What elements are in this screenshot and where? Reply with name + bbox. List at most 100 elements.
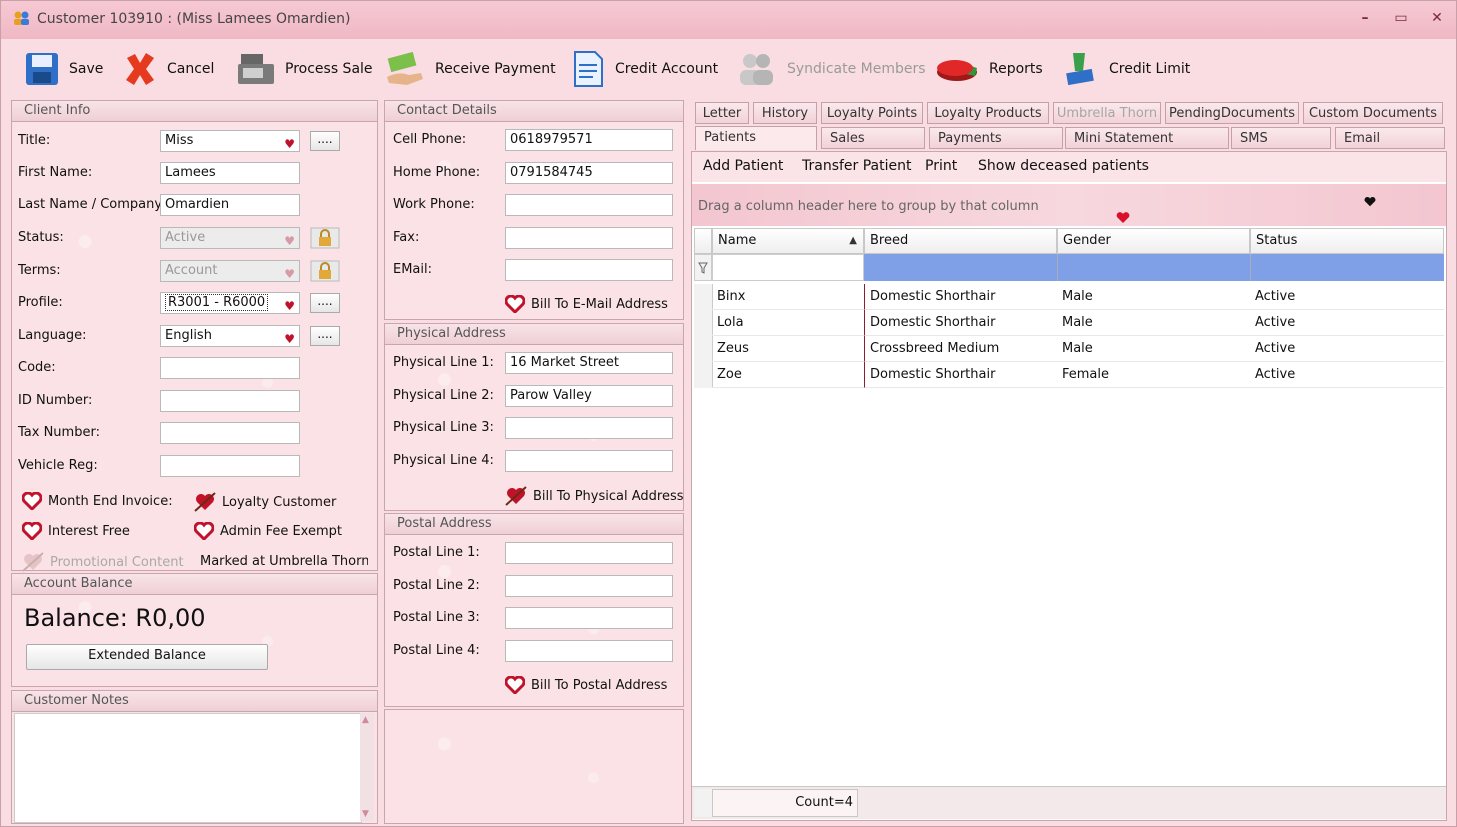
home-phone-input[interactable]: 0791584745 <box>505 162 673 184</box>
lock-icon[interactable] <box>310 227 340 249</box>
credit-limit-button[interactable]: Credit Limit <box>1063 47 1190 91</box>
credit-account-button[interactable]: Credit Account <box>569 47 718 91</box>
heart-dropdown-icon[interactable]: ♥ <box>284 296 295 316</box>
table-row-status[interactable]: Active <box>1250 336 1444 362</box>
bill-to-postal-checkbox[interactable]: Bill To Postal Address <box>505 676 667 694</box>
show-deceased-button[interactable]: Show deceased patients <box>978 158 1149 174</box>
footer-indicator <box>694 789 713 817</box>
filter-name-input[interactable] <box>712 254 864 281</box>
reports-button[interactable]: Reports <box>935 47 1043 91</box>
tax-number-input[interactable] <box>160 422 300 444</box>
bill-to-email-checkbox[interactable]: Bill To E-Mail Address <box>505 295 668 313</box>
filter-status-input[interactable] <box>1250 254 1444 281</box>
tab-loyalty-points[interactable]: Loyalty Points <box>821 102 923 124</box>
close-button[interactable]: ✕ <box>1425 7 1449 29</box>
language-select[interactable]: English ♥ <box>160 325 300 347</box>
tab-sales[interactable]: Sales <box>821 127 925 149</box>
interest-free-checkbox[interactable]: Interest Free <box>22 522 130 540</box>
tab-mini-statement[interactable]: Mini Statement <box>1065 127 1229 149</box>
cell-phone-input[interactable]: 0618979571 <box>505 129 673 151</box>
profile-dots-button[interactable]: .... <box>310 293 340 313</box>
process-sale-button[interactable]: Process Sale <box>235 47 373 91</box>
table-row-status[interactable]: Active <box>1250 284 1444 310</box>
last-name-input[interactable]: Omardien <box>160 194 300 216</box>
table-row-breed[interactable]: Domestic Shorthair <box>864 310 1057 336</box>
loyalty-customer-checkbox[interactable]: Loyalty Customer <box>194 492 336 512</box>
admin-fee-exempt-checkbox[interactable]: Admin Fee Exempt <box>194 522 342 540</box>
lock-icon[interactable] <box>310 260 340 282</box>
table-row-name[interactable]: Lola <box>712 310 864 336</box>
work-phone-input[interactable] <box>505 194 673 216</box>
transfer-patient-button[interactable]: Transfer Patient <box>802 158 912 174</box>
extended-balance-button[interactable]: Extended Balance <box>26 644 268 670</box>
table-row-breed[interactable]: Domestic Shorthair <box>864 362 1057 388</box>
heart-dropdown-icon: ♥ <box>284 234 295 248</box>
physical-line4-input[interactable] <box>505 450 673 472</box>
table-row-gender[interactable]: Male <box>1057 310 1250 336</box>
filter-gender-input[interactable] <box>1057 254 1250 281</box>
table-row-status[interactable]: Active <box>1250 310 1444 336</box>
physical-line3-input[interactable] <box>505 417 673 439</box>
tab-sms[interactable]: SMS <box>1231 127 1331 149</box>
month-end-invoice-checkbox[interactable]: Month End Invoice: <box>22 492 173 510</box>
title-dots-button[interactable]: .... <box>310 131 340 151</box>
column-header-name[interactable]: Name ▲ <box>712 228 864 254</box>
table-row-breed[interactable]: Crossbreed Medium <box>864 336 1057 362</box>
table-row-breed[interactable]: Domestic Shorthair <box>864 284 1057 310</box>
tab-payments[interactable]: Payments <box>929 127 1063 149</box>
tab-patients[interactable]: Patients <box>695 126 817 150</box>
heart-dropdown-icon[interactable]: ♥ <box>284 134 295 154</box>
tab-history[interactable]: History <box>753 102 817 124</box>
postal-line1-label: Postal Line 1: <box>393 545 480 560</box>
fax-input[interactable] <box>505 227 673 249</box>
table-row-name[interactable]: Zoe <box>712 362 864 388</box>
table-row-gender[interactable]: Male <box>1057 336 1250 362</box>
save-button[interactable]: Save <box>23 47 103 91</box>
patients-tab-content: Add Patient Transfer Patient Print Show … <box>691 151 1447 821</box>
receive-payment-button[interactable]: Receive Payment <box>383 47 556 91</box>
grid-footer: Count=4 <box>692 786 1446 819</box>
marked-umbrella-checkbox[interactable]: Marked at Umbrella Thorn <box>194 552 368 570</box>
postal-line1-input[interactable] <box>505 542 673 564</box>
syndicate-members-button[interactable]: Syndicate Members <box>735 47 926 91</box>
minimize-button[interactable]: – <box>1353 7 1377 29</box>
column-header-gender[interactable]: Gender <box>1057 228 1250 254</box>
add-patient-button[interactable]: Add Patient <box>703 158 783 174</box>
first-name-input[interactable]: Lamees <box>160 162 300 184</box>
notes-scrollbar[interactable]: ▲ ▼ <box>360 713 374 821</box>
bill-to-physical-checkbox[interactable]: Bill To Physical Address <box>505 486 684 506</box>
table-row-status[interactable]: Active <box>1250 362 1444 388</box>
language-dots-button[interactable]: .... <box>310 326 340 346</box>
table-row-name[interactable]: Binx <box>712 284 864 310</box>
vehicle-reg-input[interactable] <box>160 455 300 477</box>
postal-line3-input[interactable] <box>505 607 673 629</box>
scroll-down-icon[interactable]: ▼ <box>362 809 369 819</box>
maximize-button[interactable]: ▭ <box>1389 7 1413 29</box>
postal-line4-input[interactable] <box>505 640 673 662</box>
column-header-breed[interactable]: Breed <box>864 228 1057 254</box>
id-number-input[interactable] <box>160 390 300 412</box>
table-row-gender[interactable]: Female <box>1057 362 1250 388</box>
tab-custom-documents[interactable]: Custom Documents <box>1303 102 1443 124</box>
heart-dropdown-icon[interactable]: ♥ <box>284 329 295 349</box>
table-row-gender[interactable]: Male <box>1057 284 1250 310</box>
filter-breed-input[interactable] <box>864 254 1057 281</box>
title-select[interactable]: Miss ♥ <box>160 130 300 152</box>
scroll-up-icon[interactable]: ▲ <box>362 715 369 725</box>
postal-line2-input[interactable] <box>505 575 673 597</box>
tab-pending-documents[interactable]: PendingDocuments <box>1165 102 1299 124</box>
cancel-button[interactable]: Cancel <box>121 47 214 91</box>
customer-notes-textarea[interactable] <box>14 713 362 823</box>
tab-loyalty-products[interactable]: Loyalty Products <box>927 102 1049 124</box>
tab-letter[interactable]: Letter <box>695 102 749 124</box>
profile-select[interactable]: R3001 - R6000 ♥ <box>160 292 300 314</box>
physical-line2-input[interactable]: Parow Valley <box>505 385 673 407</box>
table-row-name[interactable]: Zeus <box>712 336 864 362</box>
group-by-panel[interactable]: Drag a column header here to group by th… <box>692 184 1446 226</box>
physical-line1-input[interactable]: 16 Market Street <box>505 352 673 374</box>
email-input[interactable] <box>505 259 673 281</box>
print-button[interactable]: Print <box>925 158 957 174</box>
column-header-status[interactable]: Status <box>1250 228 1444 254</box>
code-input[interactable] <box>160 357 300 379</box>
tab-email[interactable]: Email <box>1335 127 1445 149</box>
